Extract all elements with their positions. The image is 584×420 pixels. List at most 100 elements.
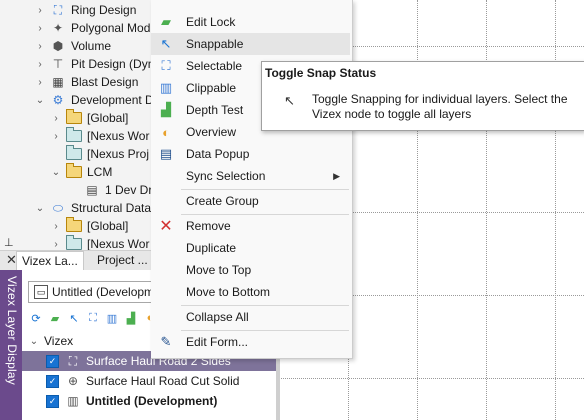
selectable-icon: ⛶ (161, 58, 171, 73)
tree-item-blast-design[interactable]: › ▦ Blast Design (34, 73, 138, 91)
depth-test-icon: ▟ (161, 102, 171, 117)
tree-item-label: Development D (71, 93, 154, 107)
menu-item-label: Move to Bottom (186, 285, 271, 299)
clippable-icon: ▥ (159, 80, 173, 95)
tree-item-lcm[interactable]: ⌄ LCM (50, 163, 112, 181)
menu-item-label: Move to Top (186, 263, 252, 277)
ring-design-icon: ⛶ (53, 2, 63, 17)
tree-item-label: [Global] (87, 219, 129, 233)
grid-line (276, 378, 584, 379)
tree-item-dev-drive[interactable]: ▤ 1 Dev Dr (84, 181, 152, 199)
chevron-right-icon[interactable]: › (50, 239, 62, 250)
folder-icon (66, 235, 82, 251)
menu-item-label: Sync Selection (186, 169, 266, 183)
tree-item-ring-design[interactable]: › ⛶ Ring Design (34, 1, 136, 19)
tree-item-polygonal-model[interactable]: › ✦ Polygonal Mod (34, 19, 150, 37)
snappable-icon: ↖ (160, 36, 172, 51)
development-icon: ⚙ (52, 93, 64, 107)
chevron-down-icon[interactable]: ⌄ (50, 167, 62, 178)
menu-item-label: Remove (186, 219, 231, 233)
folder-icon (66, 217, 82, 233)
menu-item-edit-form[interactable]: ✎ Edit Form... (151, 331, 350, 353)
chevron-down-icon[interactable]: ⌄ (28, 336, 40, 347)
tab-project[interactable]: Project ... (92, 251, 153, 270)
menu-item-create-group[interactable]: Create Group (151, 190, 350, 212)
submenu-arrow-icon: ▶ (333, 170, 340, 181)
polygonal-model-icon: ✦ (52, 21, 64, 35)
pin-icon[interactable]: ⊥ (4, 236, 14, 249)
tree-item-label: Ring Design (71, 3, 137, 17)
tree-item-volume[interactable]: › ⬢ Volume (34, 37, 111, 55)
menu-item-data-popup[interactable]: ▤ Data Popup (151, 143, 350, 165)
structural-data-icon: ⬭ (52, 200, 64, 215)
tree-item-label: [Global] (87, 111, 129, 125)
project-tree[interactable]: › ⛶ Ring Design › ✦ Polygonal Mod › ⬢ Vo… (0, 0, 160, 252)
tooltip: Toggle Snap Status ↖ Toggle Snapping for… (261, 61, 584, 131)
tree-item-pit-design[interactable]: › ⊤ Pit Design (Dyn (34, 55, 154, 73)
edit-lock-icon: ▰ (161, 14, 171, 29)
haul-road-icon: ⛶ (68, 353, 78, 368)
chevron-right-icon[interactable]: › (34, 77, 46, 88)
refresh-icon[interactable]: ⟳ (28, 310, 44, 326)
tooltip-title: Toggle Snap Status (265, 66, 377, 80)
layer-checkbox[interactable]: ✓ (46, 354, 59, 368)
folder-icon (66, 163, 82, 179)
chevron-right-icon[interactable]: › (50, 131, 62, 142)
menu-item-label: Duplicate (186, 241, 237, 255)
tab-vizex-layers[interactable]: Vizex La... (16, 251, 84, 271)
depth-test-icon[interactable]: ▟ (123, 310, 139, 326)
menu-item-label: Selectable (186, 59, 243, 73)
menu-item-sync-selection[interactable]: Sync Selection ▶ (151, 165, 350, 187)
menu-item-move-to-bottom[interactable]: Move to Bottom (151, 281, 350, 303)
tree-item-development[interactable]: ⌄ ⚙ Development D (34, 91, 154, 109)
layer-checkbox[interactable]: ✓ (46, 374, 59, 388)
tree-item-nexus-workspace[interactable]: › [Nexus Wor (50, 127, 149, 145)
layer-row-untitled-development[interactable]: ✓ ▥ Untitled (Development) (22, 391, 276, 411)
tree-node-label: Vizex (44, 334, 74, 348)
selectable-icon[interactable]: ⛶ (85, 310, 101, 326)
tree-item-global-2[interactable]: › [Global] (50, 217, 128, 235)
snappable-icon[interactable]: ↖ (66, 310, 82, 326)
tooltip-body: Toggle Snapping for individual layers. S… (312, 92, 568, 121)
tree-item-label: 1 Dev Dr (105, 183, 153, 197)
menu-item-label: Collapse All (186, 310, 249, 324)
close-icon[interactable]: ✕ (6, 252, 17, 268)
tree-item-global[interactable]: › [Global] (50, 109, 128, 127)
tree-item-label: [Nexus Wor (87, 237, 150, 251)
tree-item-nexus-project[interactable]: [Nexus Proj (50, 145, 149, 163)
chevron-right-icon[interactable]: › (50, 221, 62, 232)
tree-item-structural-data[interactable]: ⌄ ⬭ Structural Data (34, 199, 151, 217)
tab-label: Project ... (97, 253, 148, 267)
layer-set-combo[interactable]: ▭ Untitled (Developm (28, 281, 160, 303)
menu-item-remove[interactable]: ✕ Remove (151, 215, 350, 237)
chevron-right-icon[interactable]: › (34, 23, 46, 34)
chevron-right-icon[interactable]: › (34, 5, 46, 16)
tree-item-label: LCM (87, 165, 113, 179)
grid-icon: ▤ (86, 183, 98, 197)
edit-lock-icon[interactable]: ▰ (47, 310, 63, 326)
menu-item-label: Edit Form... (186, 335, 249, 349)
menu-item-edit-lock[interactable]: ▰ Edit Lock (151, 11, 350, 33)
tree-item-label: [Nexus Wor (87, 129, 150, 143)
tree-item-label: [Nexus Proj (87, 147, 150, 161)
chevron-down-icon[interactable]: ⌄ (34, 203, 46, 214)
menu-item-label: Clippable (186, 81, 237, 95)
menu-item-label: Create Group (186, 194, 259, 208)
chevron-down-icon[interactable]: ⌄ (34, 95, 46, 106)
menu-item-duplicate[interactable]: Duplicate (151, 237, 350, 259)
overview-icon: ◐ (162, 124, 170, 140)
combo-value: Untitled (Developm (52, 285, 155, 299)
menu-item-label: Snappable (186, 37, 244, 51)
chevron-right-icon[interactable]: › (34, 59, 46, 70)
layer-checkbox[interactable]: ✓ (46, 394, 59, 408)
tree-item-label: Polygonal Mod (71, 21, 151, 35)
blast-design-icon: ▦ (52, 75, 64, 89)
layer-row-surface-haul-road-cut-solid[interactable]: ✓ ⊕ Surface Haul Road Cut Solid (22, 371, 276, 391)
clippable-icon[interactable]: ▥ (104, 310, 120, 326)
menu-item-label: Overview (186, 125, 237, 139)
menu-item-move-to-top[interactable]: Move to Top (151, 259, 350, 281)
menu-item-collapse-all[interactable]: Collapse All (151, 306, 350, 328)
menu-item-snappable[interactable]: ↖ Snappable (151, 33, 350, 55)
chevron-right-icon[interactable]: › (34, 41, 46, 52)
chevron-right-icon[interactable]: › (50, 113, 62, 124)
